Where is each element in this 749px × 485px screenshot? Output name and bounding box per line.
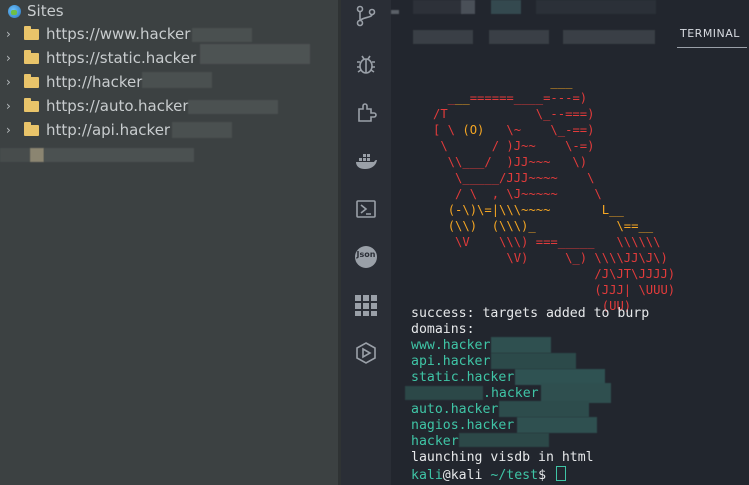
launch-message: launching visdb in html: [411, 450, 594, 465]
activity-bar: Json: [341, 0, 391, 485]
chevron-right-icon[interactable]: ›: [6, 100, 14, 112]
source-control-icon[interactable]: [354, 4, 378, 28]
globe-icon: [8, 4, 21, 18]
domains-label: domains:: [411, 322, 475, 337]
tree-item-label: https://www.hacker: [46, 25, 191, 43]
domain-line: api.hacker: [411, 354, 491, 369]
chevron-right-icon[interactable]: ›: [6, 52, 14, 64]
ascii-art-logo: ___ ___======____=---=) /T \_--===) [ \ …: [433, 75, 676, 313]
terminal-cursor: [555, 466, 566, 481]
tree-item-auto[interactable]: › https://auto.hacker: [0, 96, 189, 116]
extensions-icon[interactable]: [354, 100, 378, 124]
json-icon[interactable]: Json: [354, 245, 378, 269]
domain-line: hacker: [411, 434, 459, 449]
tree-item-http[interactable]: › http://hacker: [0, 72, 142, 92]
active-tab-indicator: [677, 47, 747, 48]
folder-icon: [24, 25, 39, 40]
terminal-panel[interactable]: TERMINAL ___ ___======____=---=) /T \_--…: [391, 0, 749, 485]
powershell-icon[interactable]: [354, 197, 378, 221]
domain-line: auto.hacker: [411, 402, 499, 417]
prompt-user: kali: [411, 468, 443, 483]
tree-item-label: http://api.hacker: [46, 121, 171, 139]
folder-icon: [24, 73, 39, 88]
prompt-symbol: $: [538, 468, 547, 483]
domain-line: static.hacker: [411, 370, 515, 385]
panel-tabs: TERMINAL: [391, 20, 749, 50]
sites-label: Sites: [27, 2, 64, 20]
explorer-panel: Sites › https://www.hacker › https://sta…: [0, 0, 338, 485]
folder-icon: [24, 49, 39, 64]
tree-item-label: http://hacker: [46, 73, 143, 91]
chevron-right-icon[interactable]: ›: [6, 124, 14, 136]
run-icon[interactable]: [354, 341, 378, 365]
panel-tab-redacted[interactable]: [489, 30, 549, 44]
domain-line: www.hacker: [411, 338, 491, 353]
tree-item-api[interactable]: › http://api.hacker: [0, 120, 170, 140]
tab-terminal[interactable]: TERMINAL: [680, 27, 740, 40]
domain-line: .hacker: [483, 386, 539, 401]
folder-icon: [24, 97, 39, 112]
json-icon-label: Json: [356, 250, 376, 259]
panel-tab-redacted[interactable]: [563, 30, 655, 44]
tree-item-label: https://static.hacker: [46, 49, 197, 67]
domain-line: nagios.hacker: [411, 418, 515, 433]
sites-root[interactable]: Sites: [8, 2, 64, 20]
success-message: success: targets added to burp: [411, 306, 650, 321]
docker-icon[interactable]: [354, 149, 378, 173]
tree-item-static[interactable]: › https://static.hacker: [0, 48, 196, 68]
prompt-path: ~/test: [490, 468, 539, 483]
chevron-right-icon[interactable]: ›: [6, 76, 14, 88]
panel-tab-redacted[interactable]: [413, 30, 473, 44]
shell-prompt[interactable]: kali@kali ~/test$: [411, 466, 566, 484]
folder-icon: [24, 121, 39, 136]
chevron-right-icon[interactable]: ›: [6, 28, 14, 40]
tree-item-label: https://auto.hacker: [46, 97, 189, 115]
tree-item-www[interactable]: › https://www.hacker: [0, 24, 190, 44]
grid-icon[interactable]: [354, 293, 378, 317]
debug-icon[interactable]: [354, 52, 378, 76]
prompt-host: @kali: [442, 468, 483, 483]
